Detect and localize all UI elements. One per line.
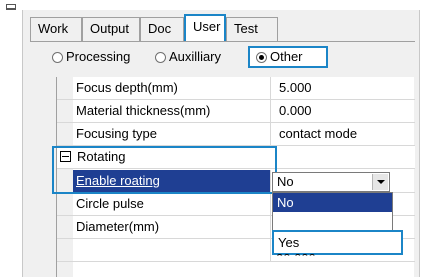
enable-rotating-dropdown[interactable]: No [272,172,390,192]
tab-doc[interactable]: Doc [140,17,184,41]
tab-divider [30,41,415,42]
subtab-auxilliary[interactable]: Auxilliary [155,46,245,68]
radio-processing[interactable] [52,51,63,63]
property-name [73,239,271,261]
tab-user[interactable]: User [184,14,226,41]
radio-auxilliary[interactable] [155,51,166,63]
property-name: Diameter(mm) [73,216,271,238]
tab-output[interactable]: Output [82,17,140,41]
chevron-down-icon [376,180,385,184]
rotating-highlight-box [52,146,277,194]
dropdown-arrow-button[interactable] [372,174,388,190]
subtab-processing-label: Processing [66,49,131,64]
property-name: Focus depth(mm) [73,77,271,99]
property-name: Material thickness(mm) [73,100,271,122]
dropdown-option-no[interactable]: No [273,193,392,212]
radio-other[interactable] [256,51,267,63]
tab-test[interactable]: Test [226,17,278,41]
property-row[interactable]: Focus depth(mm) 5.000 [57,77,415,100]
window-grip-icon [6,4,16,10]
subtab-auxilliary-label: Auxilliary [169,49,222,64]
subtab-other-label: Other [270,49,303,64]
property-value[interactable]: 0.000 [275,100,415,122]
property-name: Circle pulse [73,193,271,215]
property-row[interactable]: Focusing type contact mode [57,123,415,146]
dropdown-list: No [272,192,393,232]
property-name: Focusing type [73,123,271,145]
property-row[interactable]: Material thickness(mm) 0.000 [57,100,415,123]
dropdown-current-value: No [277,174,294,189]
property-value[interactable]: contact mode [275,123,415,145]
subtab-other[interactable]: Other [248,46,328,68]
property-value[interactable]: 5.000 [275,77,415,99]
subtab-processing[interactable]: Processing [52,46,144,68]
tab-work[interactable]: Work [30,17,82,41]
dropdown-option-yes-label: Yes [278,235,300,250]
